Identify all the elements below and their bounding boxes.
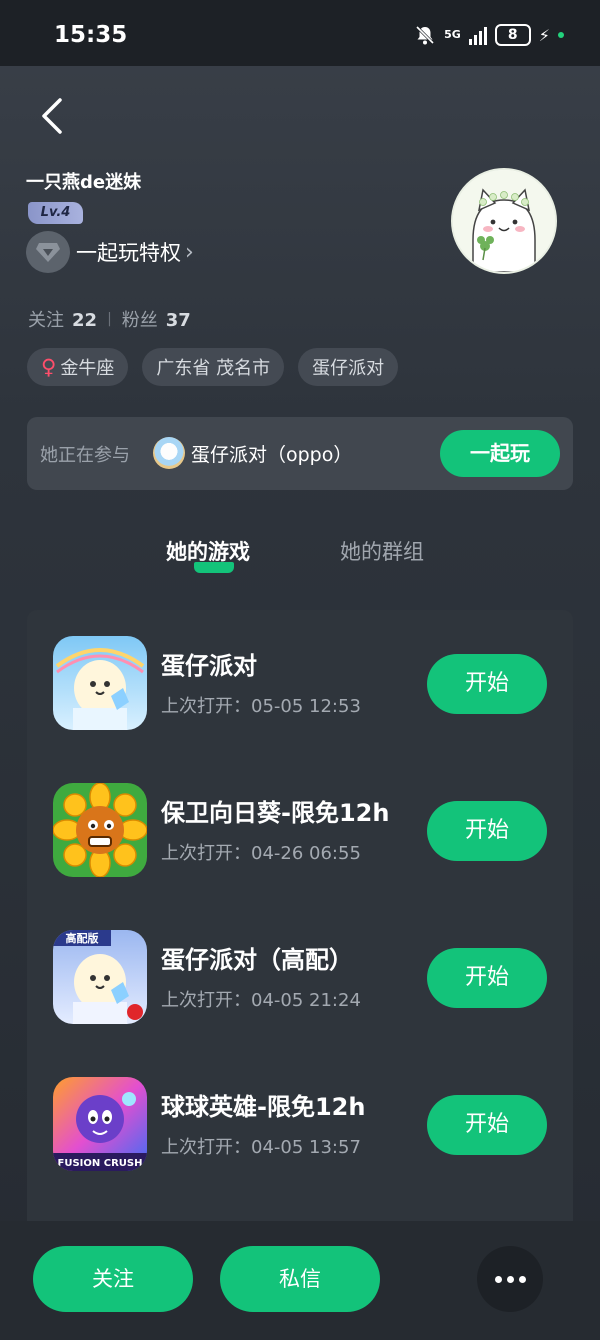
- tab-her-games[interactable]: 她的游戏: [166, 536, 250, 566]
- game-last-opened: 上次打开：05-05 12:53: [161, 696, 361, 717]
- back-button[interactable]: [36, 94, 72, 138]
- tab-her-groups[interactable]: 她的群组: [340, 536, 424, 566]
- status-time: 15:35: [54, 22, 128, 48]
- follow-button[interactable]: 关注: [33, 1246, 193, 1312]
- list-item: 高配版 蛋仔派对（高配） 上次打开：04-05 21:24 开始: [27, 930, 573, 1026]
- followers-label: 粉丝: [121, 310, 158, 331]
- followers-count: 37: [165, 310, 191, 331]
- game-title: 蛋仔派对: [161, 652, 257, 680]
- start-button[interactable]: 开始: [427, 801, 547, 861]
- followers-stat[interactable]: 粉丝 37: [122, 306, 191, 332]
- profile-tabs: 她的游戏 她的群组: [0, 536, 600, 576]
- username: 一只燕de迷妹: [26, 172, 142, 193]
- hd-badge-text: 高配版: [66, 931, 99, 945]
- status-dot: [558, 32, 564, 38]
- network-type: 5G: [444, 28, 461, 41]
- list-item: 保卫向日葵-限免12h 上次打开：04-26 06:55 开始: [27, 783, 573, 879]
- eggy-party-small-icon: [153, 437, 185, 469]
- bell-muted-icon: [414, 24, 436, 46]
- follow-stats: 关注 22 | 粉丝 37: [28, 306, 191, 332]
- sunflower-icon[interactable]: [53, 783, 147, 877]
- list-item: FUSION CRUSH 球球英雄-限免12h 上次打开：04-05 13:57…: [27, 1077, 573, 1173]
- chevron-right-icon: ›: [185, 239, 194, 265]
- status-bar: 15:35 5G 8 ⚡: [0, 0, 600, 66]
- avatar[interactable]: [451, 168, 557, 274]
- status-icons: 5G 8 ⚡: [414, 24, 564, 46]
- game-last-opened: 上次打开：04-05 21:24: [161, 990, 361, 1011]
- tag-label: 蛋仔派对: [312, 358, 385, 379]
- tag-location: 广东省 茂名市: [142, 348, 285, 386]
- game-last-opened: 上次打开：04-26 06:55: [161, 843, 361, 864]
- fusion-crush-caption: FUSION CRUSH: [58, 1158, 143, 1169]
- tag-label: 广东省 茂名市: [156, 358, 271, 379]
- following-stat[interactable]: 关注 22: [28, 306, 97, 332]
- more-dot: [506, 1275, 514, 1283]
- start-button[interactable]: 开始: [427, 1095, 547, 1155]
- tag-zodiac: ♀ 金牛座: [27, 348, 129, 386]
- cat-avatar-image: [453, 170, 555, 272]
- tag-game: 蛋仔派对: [298, 348, 399, 386]
- profile-tags: ♀ 金牛座 广东省 茂名市 蛋仔派对: [27, 348, 399, 386]
- more-dot: [518, 1275, 526, 1283]
- tag-label: 金牛座: [60, 358, 115, 379]
- stats-divider: |: [107, 311, 112, 327]
- playing-label: 她正在参与: [40, 445, 130, 466]
- diamond-icon: [26, 231, 70, 273]
- fusion-crush-icon[interactable]: FUSION CRUSH: [53, 1077, 147, 1171]
- game-title: 保卫向日葵-限免12h: [161, 799, 390, 827]
- bottom-action-bar: 关注 私信: [0, 1221, 600, 1340]
- more-dot: [494, 1275, 502, 1283]
- following-label: 关注: [28, 310, 64, 331]
- chevron-left-icon: [42, 98, 62, 134]
- play-together-button[interactable]: 一起玩: [440, 430, 560, 477]
- privilege-label: 一起玩特权: [76, 241, 181, 265]
- battery-icon: 8: [494, 24, 531, 46]
- message-button[interactable]: 私信: [220, 1246, 380, 1312]
- eggy-party-hd-icon[interactable]: 高配版: [53, 930, 147, 1024]
- signal-icon: [468, 25, 487, 45]
- level-badge: Lv.4: [28, 202, 83, 224]
- eggy-party-icon[interactable]: [53, 636, 147, 730]
- playing-game-name: 蛋仔派对（oppo）: [191, 444, 353, 466]
- female-icon: ♀: [41, 355, 57, 379]
- start-button[interactable]: 开始: [427, 948, 547, 1008]
- game-last-opened: 上次打开：04-05 13:57: [161, 1137, 361, 1158]
- more-button[interactable]: [477, 1246, 543, 1312]
- list-item: 蛋仔派对 上次打开：05-05 12:53 开始: [27, 636, 573, 732]
- privilege-link[interactable]: 一起玩特权 ›: [26, 231, 194, 273]
- game-title: 球球英雄-限免12h: [161, 1093, 366, 1121]
- start-button[interactable]: 开始: [427, 654, 547, 714]
- charging-icon: ⚡: [538, 25, 550, 45]
- game-title: 蛋仔派对（高配）: [161, 946, 353, 974]
- currently-playing-card: 她正在参与 蛋仔派对（oppo） 一起玩: [27, 417, 573, 490]
- following-count: 22: [72, 310, 98, 331]
